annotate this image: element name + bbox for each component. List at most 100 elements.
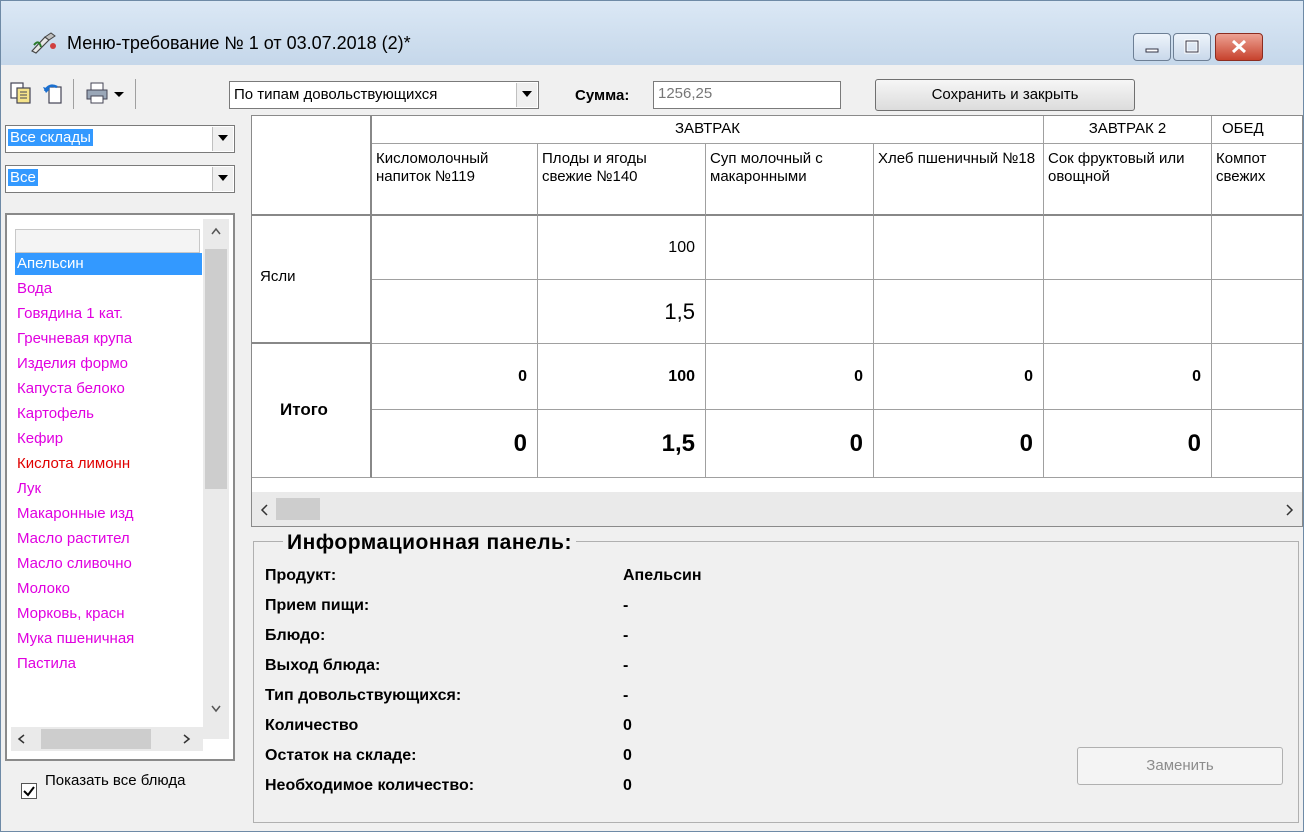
group-by-value: По типам довольствующихся [234,86,438,103]
list-item[interactable]: Изделия формо [15,353,202,375]
grid-cell[interactable]: 0 [1044,410,1212,478]
minimize-icon [1145,48,1159,53]
info-panel-title: Информационная панель: [283,531,576,555]
sum-label: Сумма: [575,87,630,104]
scroll-thumb[interactable] [205,249,227,489]
grid-cell[interactable] [1044,280,1212,344]
list-item[interactable]: Вода [15,278,202,300]
main-window: Меню-требование № 1 от 03.07.2018 (2)* П… [0,0,1304,832]
grid-corner [252,116,372,216]
chevron-down-icon[interactable] [212,127,233,151]
chevron-down-icon[interactable] [211,705,221,713]
grid-cell[interactable] [1044,216,1212,280]
scroll-thumb[interactable] [41,729,151,749]
replace-button[interactable]: Заменить [1077,747,1283,785]
list-item[interactable]: Масло растител [15,528,202,550]
grid-cell[interactable] [1212,280,1302,344]
print-dropdown-icon[interactable] [113,91,125,99]
info-value: 0 [623,777,632,794]
dish-header: Хлеб пшеничный №18 [874,144,1044,216]
maximize-icon [1184,39,1200,54]
chevron-left-icon[interactable] [17,734,25,744]
info-label: Блюдо: [265,627,326,644]
list-item[interactable]: Картофель [15,403,202,425]
warehouse-combo[interactable]: Все склады [5,125,235,153]
grid-hscrollbar[interactable] [252,492,1302,526]
grid-cell[interactable]: 100 [538,344,706,410]
grid-cell[interactable]: 0 [372,410,538,478]
list-item[interactable]: Масло сливочно [15,553,202,575]
info-value: 0 [623,747,632,764]
info-label: Остаток на складе: [265,747,417,764]
list-item[interactable]: Кислота лимонн [15,453,202,475]
dish-header: Сок фруктовый или овощной [1044,144,1212,216]
grid-cell[interactable]: 0 [706,344,874,410]
category-value: Все [8,169,38,186]
list-header [15,229,200,253]
dish-header: Кисломолочный напиток №119 [372,144,538,216]
scroll-thumb[interactable] [276,498,320,520]
close-button[interactable] [1215,33,1263,61]
info-label: Прием пищи: [265,597,370,614]
save-and-close-button[interactable]: Сохранить и закрыть [875,79,1135,111]
grid-cell[interactable]: 0 [706,410,874,478]
minimize-button[interactable] [1133,33,1171,61]
list-item[interactable]: Кефир [15,428,202,450]
list-item[interactable]: Говядина 1 кат. [15,303,202,325]
chevron-left-icon[interactable] [260,504,268,516]
chevron-down-icon[interactable] [516,83,537,107]
list-item[interactable]: Мука пшеничная [15,628,202,650]
grid-cell[interactable]: 0 [874,410,1044,478]
group-header: ЗАВТРАК 2 [1044,116,1212,144]
maximize-button[interactable] [1173,33,1211,61]
toolbar-separator [135,79,136,109]
grid-cell[interactable] [1212,216,1302,280]
grid-cell[interactable] [1212,410,1302,478]
grid-cell[interactable]: 1,5 [538,280,706,344]
chevron-right-icon[interactable] [183,734,191,744]
group-by-combo[interactable]: По типам довольствующихся [229,81,539,109]
toolbar-separator [73,79,74,109]
dish-header: Суп молочный с макаронными [706,144,874,216]
product-list-hscrollbar[interactable] [11,727,203,751]
grid-cell[interactable] [874,280,1044,344]
list-item[interactable]: Пастила [15,653,202,675]
info-value: - [623,657,629,674]
list-item[interactable]: Гречневая крупа [15,328,202,350]
show-all-label[interactable]: Показать все блюда [45,771,225,791]
grid-cell[interactable] [372,216,538,280]
category-combo[interactable]: Все [5,165,235,193]
info-label: Необходимое количество: [265,777,475,794]
list-item[interactable]: Апельсин [15,253,202,275]
info-value: Апельсин [623,567,702,584]
show-all-checkbox[interactable] [21,783,37,799]
row-header: Ясли [252,216,372,344]
list-item[interactable]: Морковь, красн [15,603,202,625]
grid-cell[interactable]: 0 [874,344,1044,410]
grid-cell[interactable]: 100 [538,216,706,280]
sum-field[interactable]: 1256,25 [653,81,841,109]
list-item[interactable]: Лук [15,478,202,500]
undo-icon[interactable] [41,81,65,105]
chevron-up-icon[interactable] [211,227,221,235]
grid-cell[interactable] [706,216,874,280]
grid-cell[interactable] [706,280,874,344]
grid-cell[interactable]: 0 [372,344,538,410]
grid-cell[interactable]: 0 [1044,344,1212,410]
chevron-right-icon[interactable] [1286,504,1294,516]
list-item[interactable]: Макаронные изд [15,503,202,525]
list-item[interactable]: Капуста белоко [15,378,202,400]
grid-cell[interactable] [874,216,1044,280]
menu-grid[interactable]: ЗАВТРАК ЗАВТРАК 2 ОБЕД Кисломолочный нап… [251,115,1303,527]
info-label: Продукт: [265,567,337,584]
grid-cell[interactable] [1212,344,1302,410]
product-list-vscrollbar[interactable] [203,219,229,739]
info-label: Тип довольствующихся: [265,687,462,704]
copy-icon[interactable] [9,81,33,105]
chevron-down-icon[interactable] [212,167,233,191]
grid-cell[interactable]: 1,5 [538,410,706,478]
print-icon[interactable] [85,81,109,105]
grid-cell[interactable] [372,280,538,344]
product-list[interactable]: Апельсин Вода Говядина 1 кат. Гречневая кру… [5,213,235,761]
list-item[interactable]: Молоко [15,578,202,600]
